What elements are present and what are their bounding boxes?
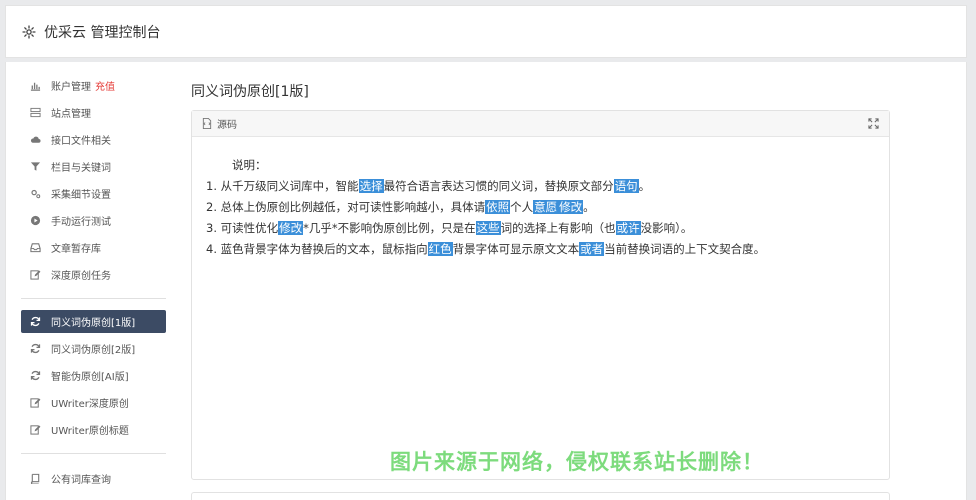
edit-icon <box>29 424 41 436</box>
sidebar-item[interactable]: UWriter深度原创 <box>21 389 166 416</box>
text-segment: 背景字体可显示原文文本 <box>452 242 580 256</box>
text-segment: 。 <box>583 200 595 214</box>
text-segment: 。 <box>638 179 651 193</box>
intro-label: 说明： <box>232 158 267 172</box>
replaced-word[interactable]: 修改 <box>558 200 584 214</box>
source-card: 源码 说明： 1. 从千万级同义词库中，智能选择最符合语言表达习惯的同义词，替换… <box>191 110 890 480</box>
server-icon <box>29 107 41 119</box>
text-segment: 当前替换词语的上下文契合度。 <box>604 242 766 256</box>
sidebar-divider <box>21 298 166 299</box>
text-segment: 4. 蓝色背景字体为替换后的文本，鼠标指向 <box>206 242 428 256</box>
document-icon <box>202 118 212 129</box>
filter-icon <box>29 161 41 173</box>
sidebar-item-label: 同义词伪原创[2版] <box>51 345 136 356</box>
sidebar-item-label: 手动运行测试 <box>51 217 111 228</box>
sidebar-item-label: 站点管理 <box>51 109 91 120</box>
edit-icon <box>29 397 41 409</box>
refresh-icon <box>29 316 41 328</box>
cloud-icon <box>29 134 41 146</box>
sidebar-item-label: 深度原创任务 <box>51 271 111 282</box>
sidebar-item[interactable]: 深度原创任务 <box>21 261 166 288</box>
instruction-line: 2. 总体上伪原创比例越低，对可读性影响越小，具体请依照个人意愿 修改。 <box>206 197 889 218</box>
text-segment: 个人 <box>510 200 534 214</box>
sidebar-item-label: 账户管理 <box>51 82 91 93</box>
sidebar-group-rewrite: 同义词伪原创[1版] 同义词伪原创[2版] 智能伪原创[AI版] UWriter深度原… <box>21 310 166 443</box>
instruction-line: 3. 可读性优化修改*几乎*不影响伪原创比例，只是在这些词的选择上有影响（也或许… <box>206 218 889 239</box>
sidebar-item[interactable]: 文章暂存库 <box>21 234 166 261</box>
card-header: 源码 <box>192 111 889 137</box>
cogs-icon <box>29 188 41 200</box>
sidebar-item[interactable]: UWriter原创标题 <box>21 416 166 443</box>
sidebar-item-label: 栏目与关键词 <box>51 163 111 174</box>
sidebar-item-label: UWriter原创标题 <box>51 426 129 437</box>
sidebar: 账户管理 充值站点管理接口文件相关 栏目与关键词 采集细节设置 手动运行测试 文章暂存库深… <box>21 72 166 492</box>
sidebar-item[interactable]: 栏目与关键词 <box>21 153 166 180</box>
card-body: 说明： 1. 从千万级同义词库中，智能选择最符合语言表达习惯的同义词，替换原文部… <box>192 137 889 260</box>
refresh-icon <box>29 343 41 355</box>
sidebar-item[interactable]: 同义词伪原创[1版] <box>21 310 166 333</box>
sidebar-item[interactable]: 智能伪原创[AI版] <box>21 362 166 389</box>
sidebar-item[interactable]: 接口文件相关 <box>21 126 166 153</box>
sidebar-item[interactable]: 账户管理 充值 <box>21 72 166 99</box>
watermark-text: 图片来源于网络，侵权联系站长删除！ <box>390 450 764 474</box>
page-title: 同义词伪原创[1版] <box>191 84 309 100</box>
top-header: 优采云 管理控制台 <box>5 5 967 58</box>
sidebar-group-main: 账户管理 充值站点管理接口文件相关 栏目与关键词 采集细节设置 手动运行测试 文章暂存库深… <box>21 72 166 288</box>
recharge-badge[interactable]: 充值 <box>95 78 115 93</box>
main-panel: 账户管理 充值站点管理接口文件相关 栏目与关键词 采集细节设置 手动运行测试 文章暂存库深… <box>5 62 967 500</box>
replaced-word[interactable]: 或者 <box>579 242 605 256</box>
app-title: 优采云 管理控制台 <box>44 24 161 41</box>
refresh-icon <box>29 370 41 382</box>
sidebar-item-label: 接口文件相关 <box>51 136 111 147</box>
sidebar-item[interactable]: 站点管理 <box>21 99 166 126</box>
fullscreen-icon[interactable] <box>868 118 879 129</box>
sidebar-divider <box>21 453 166 454</box>
replaced-word[interactable]: 依照 <box>485 200 511 214</box>
card-header-label: 源码 <box>217 120 237 131</box>
sidebar-item[interactable]: 手动运行测试 <box>21 207 166 234</box>
text-segment: 词的选择上有影响（也 <box>500 221 616 235</box>
text-segment: 1. 从千万级同义词库中，智能 <box>206 179 359 193</box>
replaced-word[interactable]: 修改 <box>278 221 304 235</box>
sidebar-group-lexicon: 公有词库查询 <box>21 465 166 492</box>
replaced-word[interactable]: 意愿 <box>533 200 559 214</box>
text-segment: 没影响）。 <box>640 221 693 235</box>
book-icon <box>29 473 41 485</box>
replaced-word[interactable]: 这些 <box>475 221 501 235</box>
sidebar-item-label: 文章暂存库 <box>51 244 101 255</box>
inbox-icon <box>29 242 41 254</box>
replaced-word[interactable]: 红色 <box>427 242 453 256</box>
sidebar-item-label: 公有词库查询 <box>51 475 111 486</box>
instruction-line: 1. 从千万级同义词库中，智能选择最符合语言表达习惯的同义词，替换原文部分语句。 <box>206 176 889 197</box>
sidebar-item[interactable]: 公有词库查询 <box>21 465 166 492</box>
play-circle-icon <box>29 215 41 227</box>
replaced-word[interactable]: 语句 <box>613 179 639 193</box>
replaced-word[interactable]: 选择 <box>358 179 384 193</box>
sidebar-item[interactable]: 采集细节设置 <box>21 180 166 207</box>
secondary-card <box>191 492 890 500</box>
bar-chart-icon <box>29 80 41 92</box>
text-segment: 2. 总体上伪原创比例越低，对可读性影响越小，具体请 <box>206 200 486 214</box>
sidebar-item-label: UWriter深度原创 <box>51 399 129 410</box>
edit-icon <box>29 269 41 281</box>
text-segment: *几乎*不影响伪原创比例，只是在 <box>303 221 476 235</box>
instruction-list: 1. 从千万级同义词库中，智能选择最符合语言表达习惯的同义词，替换原文部分语句。… <box>206 176 889 260</box>
text-segment: 最符合语言表达习惯的同义词，替换原文部分 <box>383 179 614 193</box>
replaced-word[interactable]: 或许 <box>615 221 641 235</box>
sidebar-item-label: 采集细节设置 <box>51 190 111 201</box>
sidebar-item-label: 同义词伪原创[1版] <box>51 318 136 329</box>
sidebar-item[interactable]: 同义词伪原创[2版] <box>21 335 166 362</box>
instruction-line: 4. 蓝色背景字体为替换后的文本，鼠标指向红色背景字体可显示原文文本或者当前替换… <box>206 239 889 260</box>
text-segment: 3. 可读性优化 <box>206 221 279 235</box>
gear-icon <box>22 24 36 39</box>
sidebar-item-label: 智能伪原创[AI版] <box>51 372 129 383</box>
